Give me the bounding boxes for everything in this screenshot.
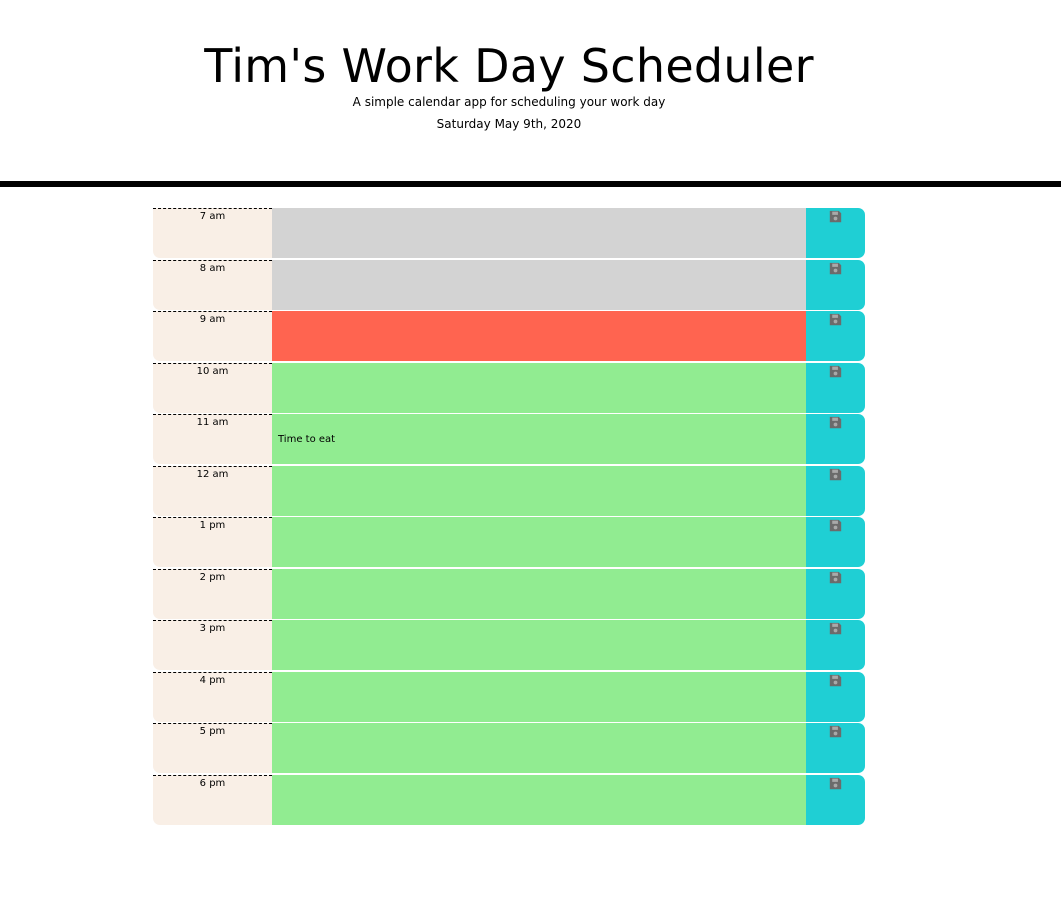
event-description-textarea[interactable] bbox=[272, 517, 806, 567]
hour-label: 2 pm bbox=[153, 568, 272, 619]
hour-label: 11 am bbox=[153, 414, 272, 464]
event-description-textarea[interactable] bbox=[272, 620, 806, 670]
schedule-container: 7 am 8 am 9 am 10 am 11 am Time to eat 12 am 1 … bbox=[153, 208, 865, 826]
event-description-textarea[interactable] bbox=[272, 568, 806, 619]
save-button[interactable] bbox=[806, 362, 865, 413]
page-subtitle: A simple calendar app for scheduling you… bbox=[352, 95, 666, 109]
floppy-disk-icon bbox=[829, 313, 842, 326]
event-description-textarea[interactable] bbox=[272, 311, 806, 361]
time-block-row: 8 am bbox=[153, 259, 865, 310]
header: Tim's Work Day Scheduler A simple calend… bbox=[0, 0, 1061, 187]
time-block-row: 4 pm bbox=[153, 671, 865, 722]
hour-label: 5 pm bbox=[153, 723, 272, 773]
save-button[interactable] bbox=[806, 723, 865, 773]
hour-label: 3 pm bbox=[153, 620, 272, 670]
save-button[interactable] bbox=[806, 465, 865, 516]
save-button[interactable] bbox=[806, 517, 865, 567]
floppy-disk-icon bbox=[829, 468, 842, 480]
time-block-row: 12 am bbox=[153, 465, 865, 516]
hour-label: 6 pm bbox=[153, 774, 272, 825]
event-description-textarea[interactable] bbox=[272, 774, 806, 825]
save-button[interactable] bbox=[806, 671, 865, 722]
floppy-disk-icon bbox=[829, 777, 842, 789]
hour-label: 8 am bbox=[153, 259, 272, 310]
hour-label: 7 am bbox=[153, 208, 272, 258]
floppy-disk-icon bbox=[829, 365, 842, 377]
save-button[interactable] bbox=[806, 414, 865, 464]
page-title: Tim's Work Day Scheduler bbox=[204, 39, 814, 93]
time-block-row: 11 am Time to eat bbox=[153, 414, 865, 464]
save-button[interactable] bbox=[806, 259, 865, 310]
save-button[interactable] bbox=[806, 208, 865, 258]
time-block-row: 10 am bbox=[153, 362, 865, 413]
floppy-disk-icon bbox=[829, 416, 842, 429]
hour-label: 9 am bbox=[153, 311, 272, 361]
hour-label: 1 pm bbox=[153, 517, 272, 567]
time-block-row: 2 pm bbox=[153, 568, 865, 619]
time-block-row: 3 pm bbox=[153, 620, 865, 670]
save-button[interactable] bbox=[806, 774, 865, 825]
floppy-disk-icon bbox=[829, 674, 842, 686]
hour-label: 4 pm bbox=[153, 671, 272, 722]
hour-label: 10 am bbox=[153, 362, 272, 413]
event-description-textarea[interactable] bbox=[272, 208, 806, 258]
time-block-row: 5 pm bbox=[153, 723, 865, 773]
save-button[interactable] bbox=[806, 620, 865, 670]
hour-label: 12 am bbox=[153, 465, 272, 516]
event-description-textarea[interactable] bbox=[272, 362, 806, 413]
event-description-textarea[interactable] bbox=[272, 671, 806, 722]
time-block-row: 6 pm bbox=[153, 774, 865, 825]
time-block-row: 1 pm bbox=[153, 517, 865, 567]
floppy-disk-icon bbox=[829, 262, 842, 274]
floppy-disk-icon bbox=[829, 725, 842, 738]
event-description-textarea[interactable] bbox=[272, 723, 806, 773]
event-description-textarea[interactable] bbox=[272, 259, 806, 310]
time-block-row: 7 am bbox=[153, 208, 865, 258]
time-block-row: 9 am bbox=[153, 311, 865, 361]
floppy-disk-icon bbox=[829, 571, 842, 583]
floppy-disk-icon bbox=[829, 210, 842, 223]
event-description-textarea[interactable] bbox=[272, 465, 806, 516]
event-description-textarea[interactable]: Time to eat bbox=[272, 414, 806, 464]
save-button[interactable] bbox=[806, 568, 865, 619]
current-day: Saturday May 9th, 2020 bbox=[436, 117, 582, 131]
floppy-disk-icon bbox=[829, 622, 842, 635]
save-button[interactable] bbox=[806, 311, 865, 361]
floppy-disk-icon bbox=[829, 519, 842, 532]
